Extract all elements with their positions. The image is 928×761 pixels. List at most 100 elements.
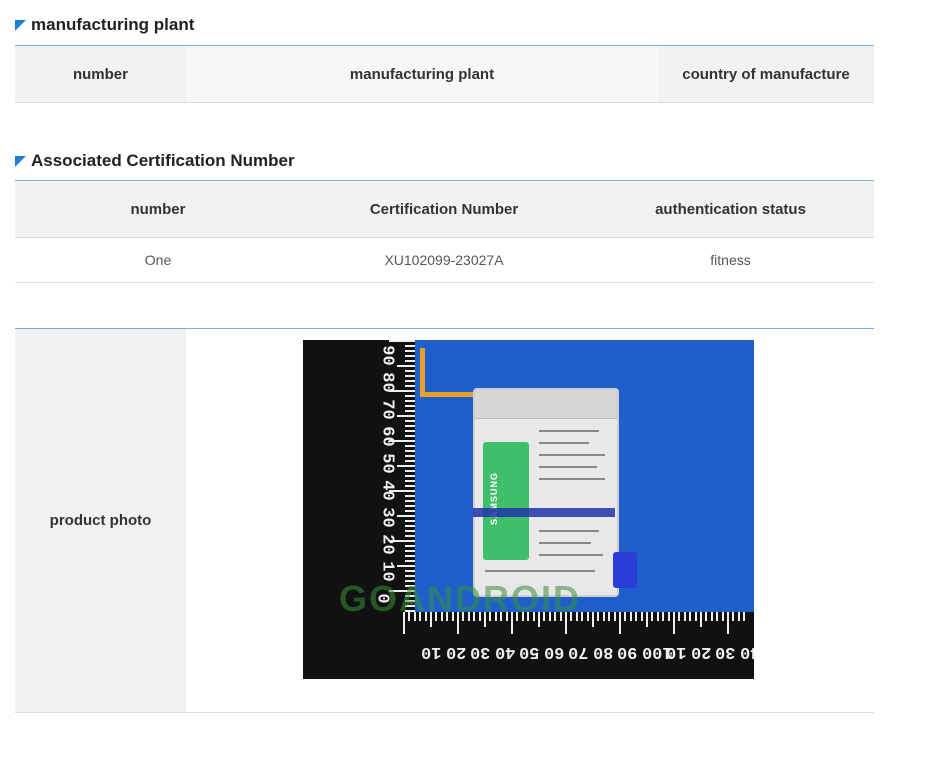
ruler-number: 10 xyxy=(666,642,687,661)
ruler-tick xyxy=(405,535,415,537)
cert-section-title: Associated Certification Number xyxy=(15,151,295,171)
label-line xyxy=(539,430,599,432)
ruler-tick xyxy=(405,360,415,362)
ruler-tick xyxy=(405,570,415,572)
plant-section-title: manufacturing plant xyxy=(15,15,194,35)
ruler-tick xyxy=(727,612,729,634)
ruler-number: 50 xyxy=(519,642,540,661)
ruler-tick xyxy=(640,612,643,621)
ruler-number: 70 xyxy=(568,642,589,661)
ruler-tick xyxy=(651,612,654,621)
label-line xyxy=(539,530,599,532)
ruler-tick xyxy=(405,495,415,497)
cert-col-status: authentication status xyxy=(587,180,874,238)
ruler-tick xyxy=(405,575,415,577)
ruler-tick xyxy=(597,612,600,621)
section-marker-icon xyxy=(15,155,26,167)
battery: SAMSUNG xyxy=(473,388,619,597)
ruler-tick xyxy=(635,612,638,621)
ruler-tick xyxy=(405,455,415,457)
photo-cell: 90 80 70 60 50 40 30 20 10 0 10 20 30 40 50 60 70 80 90 10… xyxy=(186,329,874,712)
ruler-tick xyxy=(405,460,415,462)
ruler-number: 90 xyxy=(377,345,397,366)
ruler-tick xyxy=(405,425,415,427)
ruler-tick xyxy=(405,510,415,512)
cert-cell-status: fitness xyxy=(587,237,874,283)
plant-section-title-text: manufacturing plant xyxy=(31,15,195,34)
ruler-tick xyxy=(683,612,686,621)
ruler-tick xyxy=(397,565,415,567)
cert-table: number Certification Number authenticati… xyxy=(15,180,874,283)
ruler-number: 20 xyxy=(377,534,397,555)
ruler-tick xyxy=(405,475,415,477)
battery-top-strip xyxy=(475,390,617,419)
ruler-tick xyxy=(592,612,594,627)
ruler-number: 80 xyxy=(592,642,613,661)
label-line xyxy=(539,442,589,444)
horizontal-ruler: 10203040506070809010010203040 xyxy=(303,612,754,679)
ruler-tick xyxy=(689,612,692,621)
ruler-tick xyxy=(646,612,648,627)
ruler-tick xyxy=(405,530,415,532)
ruler-tick xyxy=(397,515,415,517)
ruler-tick xyxy=(405,520,415,522)
ruler-tick xyxy=(405,545,415,547)
ruler-tick xyxy=(629,612,632,621)
section-marker-icon xyxy=(15,19,26,31)
ruler-tick xyxy=(405,370,415,372)
ruler-tick xyxy=(405,445,415,447)
label-line xyxy=(539,554,603,556)
ruler-number: 40 xyxy=(377,480,397,501)
ruler-tick xyxy=(700,612,702,627)
ruler-number: 50 xyxy=(377,453,397,474)
ruler-tick xyxy=(613,612,616,621)
ruler-tick xyxy=(405,450,415,452)
table-row: One XU102099-23027A fitness xyxy=(15,237,874,283)
ruler-tick xyxy=(389,340,415,342)
watermark-text: GOANDROID xyxy=(339,578,581,619)
ruler-number: 20 xyxy=(445,642,466,661)
battery-blue-tab xyxy=(613,552,637,588)
ruler-tick xyxy=(721,612,724,621)
photo-label: product photo xyxy=(15,329,186,712)
ruler-number: 80 xyxy=(377,372,397,393)
ruler-number: 90 xyxy=(617,642,638,661)
ruler-number: 70 xyxy=(377,399,397,420)
photo-table: product photo 90 80 70 60 50 40 30 20 10 0 10 20 30… xyxy=(15,328,874,713)
ruler-tick xyxy=(619,612,621,634)
label-line xyxy=(539,466,597,468)
ruler-number: 40 xyxy=(739,642,755,661)
battery-blue-band xyxy=(473,508,615,517)
product-photo[interactable]: 90 80 70 60 50 40 30 20 10 0 10 20 30 40 50 60 70 80 90 10… xyxy=(303,340,754,679)
cert-cell-number: One xyxy=(15,237,301,283)
ruler-tick xyxy=(667,612,670,621)
ruler-tick xyxy=(602,612,605,621)
ruler-tick xyxy=(705,612,708,621)
ruler-number: 30 xyxy=(715,642,736,661)
ruler-tick xyxy=(732,612,735,621)
ruler-number: 60 xyxy=(543,642,564,661)
ruler-tick xyxy=(405,395,415,397)
plant-col-plant: manufacturing plant xyxy=(186,45,658,103)
plant-table: number manufacturing plant country of ma… xyxy=(15,45,874,103)
flex-cable xyxy=(420,348,425,396)
ruler-number: 60 xyxy=(377,426,397,447)
ruler-tick xyxy=(405,560,415,562)
ruler-tick xyxy=(673,612,675,634)
ruler-tick xyxy=(405,380,415,382)
ruler-tick xyxy=(678,612,681,621)
ruler-tick xyxy=(405,400,415,402)
ruler-tick xyxy=(710,612,713,621)
label-line xyxy=(539,478,605,480)
ruler-number: 20 xyxy=(690,642,711,661)
flex-cable xyxy=(420,392,480,397)
plant-col-number: number xyxy=(15,45,186,103)
ruler-tick xyxy=(405,430,415,432)
cert-col-cert-number: Certification Number xyxy=(301,180,587,238)
cert-col-number: number xyxy=(15,180,301,238)
ruler-tick xyxy=(405,385,415,387)
ruler-tick xyxy=(405,345,415,347)
ruler-tick xyxy=(405,505,415,507)
label-line xyxy=(539,454,605,456)
ruler-tick xyxy=(581,612,584,621)
